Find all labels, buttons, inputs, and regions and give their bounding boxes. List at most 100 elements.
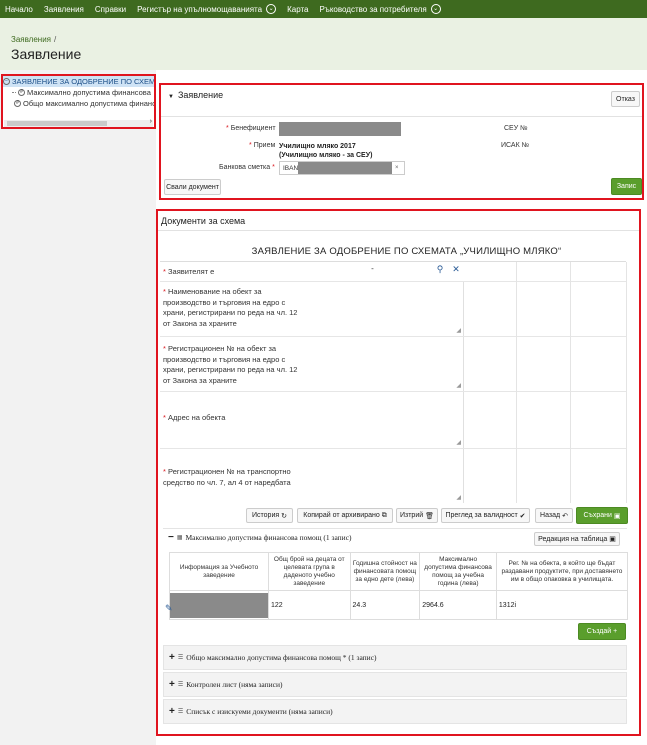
- applicant-label: * Заявителят е: [163, 267, 303, 278]
- store-button[interactable]: Съхрани ▣: [576, 507, 628, 524]
- section-required-docs-title: Списък с изискуеми документи (няма запис…: [186, 707, 333, 716]
- edit-table-button[interactable]: Редакция на таблица ▣: [534, 532, 620, 546]
- receipt-label-text: Прием: [253, 142, 276, 149]
- close-icon[interactable]: ✕: [449, 262, 463, 276]
- applicant-label-text: Заявителят е: [168, 267, 215, 276]
- table-header: Годишна стойност на финансовата помощ за…: [349, 552, 421, 591]
- left-sidebar: [0, 70, 156, 745]
- documents-panel: Документи за схема ЗАЯВЛЕНИЕ ЗА ОДОБРЕНИ…: [156, 209, 641, 736]
- vehicle-label: * Регистрационен № на транспортно средст…: [163, 467, 303, 488]
- save-button[interactable]: Запис: [611, 178, 642, 195]
- application-title[interactable]: ▼ Заявление: [168, 90, 223, 100]
- table-header: Рег. № на обекта, в който ще бъдат разда…: [495, 552, 629, 591]
- plus-icon[interactable]: +: [169, 706, 175, 717]
- download-document-button[interactable]: Свали документ: [164, 179, 221, 195]
- nav-authorizations[interactable]: Регистър на упълномощаванията ⌄: [137, 4, 277, 14]
- beneficiary-value-redacted: [279, 122, 401, 136]
- vehicle-textarea[interactable]: ◢: [301, 449, 464, 503]
- check-circle-icon: ✔: [519, 512, 526, 520]
- undo-icon: ↶: [562, 512, 568, 520]
- bank-account-label: Банкова сметка *: [219, 164, 277, 171]
- horizontal-scrollbar[interactable]: ›: [4, 118, 153, 127]
- list-icon: ☰: [177, 655, 184, 661]
- beneficiary-label: * Бенефициент: [226, 125, 276, 132]
- page-header: [0, 18, 647, 70]
- nav-home[interactable]: Начало: [5, 5, 33, 14]
- iban-prefix: IBAN: [283, 164, 299, 172]
- minus-icon[interactable]: −: [168, 532, 174, 543]
- history-icon: ↻: [281, 512, 287, 520]
- nav-reports[interactable]: Справки: [95, 5, 126, 14]
- nav-user-guide[interactable]: Ръководство за потребителя ⌄: [319, 4, 441, 14]
- grid-line: [626, 262, 627, 503]
- bank-account-label-text: Банкова сметка: [219, 164, 271, 171]
- table-row[interactable]: 122 24.3 2964.6 1312i: [169, 590, 629, 620]
- isak-label: ИСАК №: [501, 142, 530, 149]
- section-required-docs[interactable]: + ☰ Списък с изискуеми документи (няма зап…: [163, 699, 627, 724]
- object-reg-label-text: Регистрационен № на обект за производств…: [163, 344, 298, 385]
- object-name-textarea[interactable]: ◢: [301, 282, 464, 336]
- scroll-right-icon[interactable]: ›: [150, 118, 152, 125]
- documents-title: Документи за схема: [161, 216, 246, 226]
- history-button[interactable]: История ↻: [246, 508, 293, 523]
- resize-grip-icon[interactable]: ◢: [456, 494, 461, 501]
- grid-line: [516, 262, 517, 503]
- resize-grip-icon[interactable]: ◢: [456, 327, 461, 334]
- save-icon: ▣: [613, 512, 621, 520]
- divider: [158, 230, 639, 231]
- cancel-button[interactable]: Отказ: [611, 91, 640, 107]
- copy-archived-label: Копирай от архивирано: [303, 512, 380, 519]
- applicant-field[interactable]: -: [315, 264, 430, 274]
- breadcrumb-link[interactable]: Заявления: [11, 35, 51, 44]
- document-tree: − ЗАЯВЛЕНИЕ ЗА ОДОБРЕНИЕ ПО СХЕМА # Максим…: [1, 74, 156, 129]
- edit-pencil-icon[interactable]: ✎: [165, 603, 173, 614]
- table-cell: 1312i: [495, 590, 629, 620]
- validate-label: Преглед за валидност: [445, 512, 518, 519]
- back-button[interactable]: Назад ↶: [535, 508, 573, 523]
- create-button[interactable]: Създай +: [578, 623, 626, 640]
- delete-label: Изтрий: [399, 512, 424, 519]
- object-reg-label: * Регистрационен № на обект за производс…: [163, 344, 303, 386]
- tree-item-max-aid[interactable]: # Максимално допустима финансова: [3, 87, 154, 98]
- nav-applications[interactable]: Заявления: [44, 5, 84, 14]
- object-reg-textarea[interactable]: ◢: [301, 337, 464, 391]
- plus-icon[interactable]: +: [169, 679, 175, 690]
- required-marker: *: [226, 125, 229, 132]
- table-header: Общ брой на децата от целевата група в д…: [268, 552, 351, 591]
- chevron-down-icon[interactable]: ⌄: [266, 4, 277, 14]
- trash-icon: 🗑: [425, 512, 434, 520]
- edit-table-label: Редакция на таблица: [538, 535, 608, 543]
- resize-grip-icon[interactable]: ◢: [456, 439, 461, 446]
- school-info-redacted: [170, 592, 268, 618]
- iban-select[interactable]: IBAN ×: [279, 161, 405, 175]
- plus-icon[interactable]: +: [169, 652, 175, 663]
- tree-item-total-max-aid[interactable]: # Общо максимално допустима финанс: [3, 98, 154, 109]
- section-total-max-aid[interactable]: + ☰ Общо максимално допустима финансова по…: [163, 645, 627, 670]
- section-control-sheet-title: Контролен лист (няма записи): [186, 680, 283, 689]
- section-max-aid-title: Максимално допустима финансова помощ (1 …: [185, 532, 352, 542]
- history-label: История: [252, 512, 280, 519]
- top-navbar: Начало Заявления Справки Регистър на упъ…: [0, 0, 647, 18]
- required-marker: *: [249, 142, 252, 149]
- scrollbar-thumb[interactable]: [7, 121, 107, 126]
- search-icon[interactable]: ⚲: [433, 262, 447, 276]
- collapse-caret-icon[interactable]: ▼: [168, 94, 174, 100]
- chevron-down-icon[interactable]: ⌄: [430, 4, 441, 14]
- expand-icon[interactable]: −: [3, 78, 10, 85]
- delete-button[interactable]: Изтрий 🗑: [396, 508, 438, 523]
- resize-grip-icon[interactable]: ◢: [456, 382, 461, 389]
- copy-archived-button[interactable]: Копирай от архивирано ⧉: [297, 508, 393, 523]
- table-cell: 2964.6: [419, 590, 497, 620]
- validate-button[interactable]: Преглед за валидност ✔: [441, 508, 530, 523]
- breadcrumb: Заявления /: [11, 35, 56, 44]
- object-name-row: * Наименование на обект за производство …: [160, 282, 626, 337]
- application-title-label: Заявление: [177, 90, 224, 100]
- back-label: Назад: [540, 512, 561, 519]
- nav-map[interactable]: Карта: [287, 5, 308, 14]
- section-control-sheet[interactable]: + ☰ Контролен лист (няма записи): [163, 672, 627, 697]
- tree-item-root[interactable]: − ЗАЯВЛЕНИЕ ЗА ОДОБРЕНИЕ ПО СХЕМА: [3, 76, 154, 87]
- clear-icon[interactable]: ×: [392, 165, 399, 171]
- address-row: * Адрес на обекта ◢: [160, 392, 626, 449]
- address-textarea[interactable]: ◢: [301, 392, 464, 448]
- store-label: Съхрани: [583, 512, 612, 519]
